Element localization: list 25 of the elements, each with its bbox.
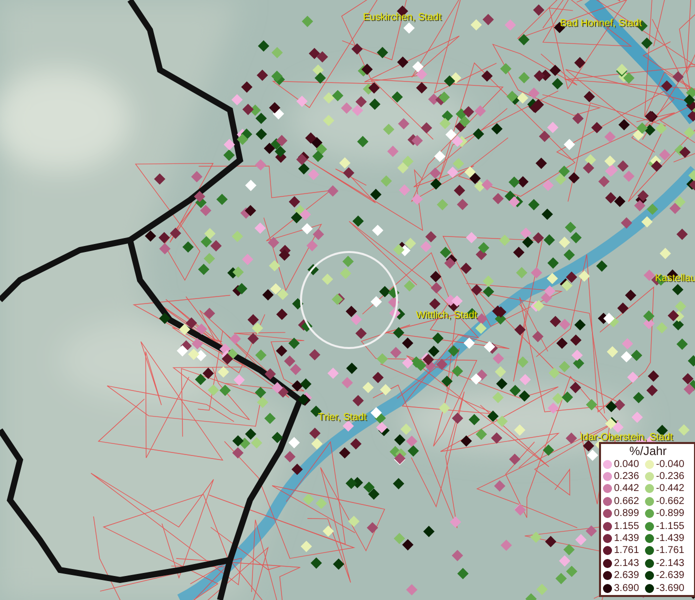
legend-value: 0.236 xyxy=(614,471,640,482)
legend-value: -1.439 xyxy=(656,533,684,544)
legend-value: 0.442 xyxy=(614,483,640,494)
legend-value: -1.155 xyxy=(656,520,684,532)
legend-value: -0.899 xyxy=(656,508,684,520)
place-label: Trier, Stadt xyxy=(318,412,367,423)
legend-value: 1.761 xyxy=(614,545,640,556)
legend-value: -3.690 xyxy=(656,582,684,594)
legend-value: 0.040 xyxy=(614,458,640,470)
legend-title: %/Jahr xyxy=(628,444,668,458)
legend-value: 0.662 xyxy=(614,496,640,507)
legend-value: -0.442 xyxy=(656,483,684,494)
legend-value: -0.236 xyxy=(656,471,684,482)
legend-value: -1.761 xyxy=(656,545,684,556)
legend-value: 2.639 xyxy=(614,570,640,582)
legend-value: 3.690 xyxy=(614,582,640,594)
legend-value: -2.639 xyxy=(656,570,684,582)
legend-value: 2.143 xyxy=(614,558,640,569)
legend-value: 0.899 xyxy=(614,508,640,520)
legend-value: -0.662 xyxy=(656,496,684,507)
legend-value: -2.143 xyxy=(656,558,684,569)
place-label: Euskirchen, Stadt xyxy=(363,12,442,23)
legend-value: -0.040 xyxy=(656,458,684,470)
legend-value: 1.439 xyxy=(614,533,640,544)
legend-value: 1.155 xyxy=(614,520,640,532)
